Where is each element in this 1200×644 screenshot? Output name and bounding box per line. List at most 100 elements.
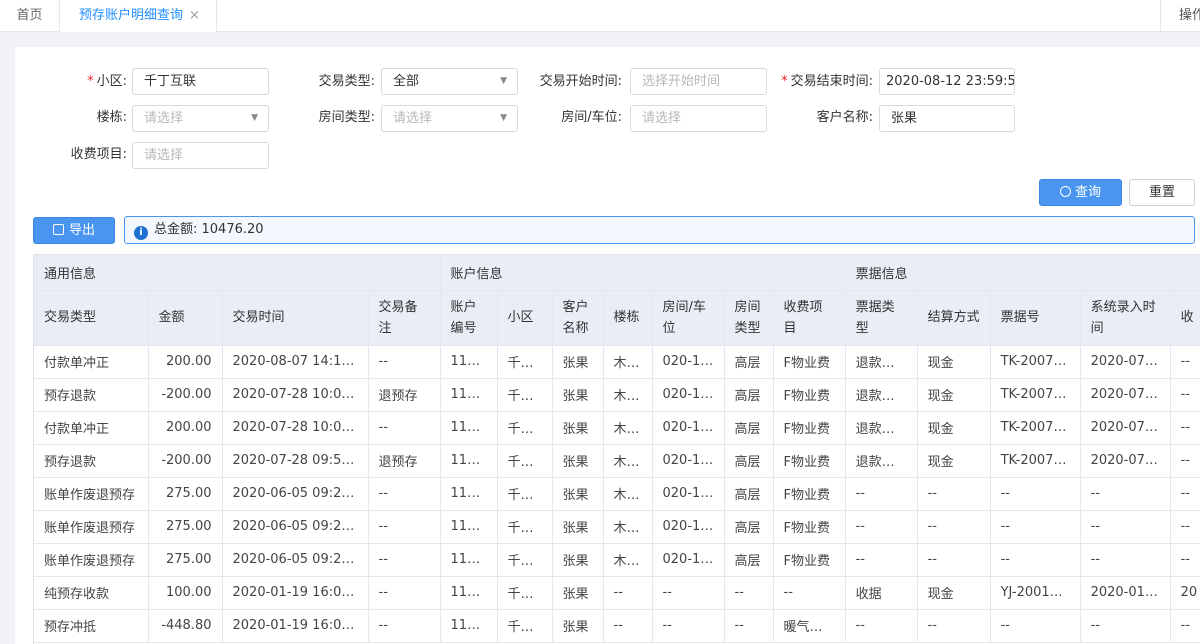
table-cell: 现金 [917, 345, 991, 379]
detail-table[interactable]: 通用信息 账户信息 票据信息 交易类型 金额 交易时间 交易备注 账户编号 小区 客户名称楼… [33, 254, 1200, 644]
building-label: 楼栋: [96, 110, 127, 125]
tab-bar: 首页 预存账户明细查询 × 操作 [0, 0, 1200, 32]
table-cell: -- [603, 609, 653, 643]
column-header: 交易备注 [368, 290, 441, 346]
search-icon [1059, 186, 1071, 197]
table-cell: 退款票据 [845, 444, 918, 478]
table-cell: 116… [440, 576, 498, 610]
table-cell: 020-10… [652, 444, 725, 478]
table-body: 付款单冲正 200.00 2020-08-07 14:17:58 -- 119… 千… 张果… [34, 345, 1200, 643]
table-cell: -- [1080, 609, 1171, 643]
tab-prepaid-account-detail[interactable]: 预存账户明细查询 × [60, 0, 217, 32]
table-cell: 高层 [724, 510, 774, 544]
table-row[interactable]: 预存退款 -200.00 2020-07-28 09:59:48 退预存 119… 千… 张… [34, 444, 1200, 478]
tab-home[interactable]: 首页 [0, 0, 60, 32]
group-header-general: 通用信息 [34, 255, 441, 291]
room-select[interactable]: 请选择 [630, 105, 767, 132]
table-cell: 020-10… [652, 378, 725, 412]
table-cell: -- [990, 543, 1081, 577]
column-header: 收 [1170, 290, 1200, 346]
table-cell: -- [990, 477, 1081, 511]
table-cell: 账单作废退预存 [34, 477, 149, 511]
table-cell: 现金 [917, 576, 991, 610]
column-header-row: 交易类型 金额 交易时间 交易备注 账户编号 小区 客户名称 楼栋 房间/车位 房间类型 收费项目票… [34, 290, 1200, 346]
table-row[interactable]: 纯预存收款 100.00 2020-01-19 16:02:06 -- 116… 千… 张果… [34, 576, 1200, 610]
table-cell: 275.00 [148, 543, 223, 577]
column-header: 楼栋 [603, 290, 653, 346]
close-icon[interactable]: × [189, 0, 200, 31]
customer-label: 客户名称: [816, 110, 873, 125]
table-cell: 预存冲抵 [34, 609, 149, 643]
table-cell: 千… [497, 378, 553, 412]
table-cell: 200.00 [148, 411, 223, 445]
table-cell: -- [368, 477, 441, 511]
start-time-label: 交易开始时间: [539, 74, 622, 89]
table-cell: 119… [440, 543, 498, 577]
table-cell: 千… [497, 444, 553, 478]
table-cell: 100.00 [148, 576, 223, 610]
table-cell: -- [1170, 444, 1200, 478]
building-placeholder: 请选择 [144, 111, 184, 126]
table-cell: 木01 [603, 444, 653, 478]
end-time-label: * 交易结束时间: [781, 74, 873, 89]
table-row[interactable]: 账单作废退预存 275.00 2020-06-05 09:25:33 -- 119… 千…… [34, 543, 1200, 577]
table-row[interactable]: 账单作废退预存 275.00 2020-06-05 09:25:33 -- 119… 千…… [34, 510, 1200, 544]
table-cell: TK-20072… [990, 444, 1081, 478]
table-cell: TK-20072… [990, 411, 1081, 445]
table-cell: -- [773, 576, 846, 610]
table-cell: -- [368, 510, 441, 544]
table-cell: 200.00 [148, 345, 223, 379]
community-field[interactable]: 千丁互联 [132, 68, 269, 95]
table-cell: 付款单冲正 [34, 411, 149, 445]
txn-type-select[interactable]: 全部 ▼ [381, 68, 518, 95]
table-cell: 张果 [552, 477, 604, 511]
room-type-select[interactable]: 请选择 ▼ [381, 105, 518, 132]
table-cell: 2020-06-05 09:25:33 [222, 510, 369, 544]
reset-button[interactable]: 重置 [1129, 179, 1195, 206]
table-cell: -- [917, 543, 991, 577]
column-header: 交易类型 [34, 290, 149, 346]
export-button-label: 导出 [68, 223, 95, 238]
table-row[interactable]: 账单作废退预存 275.00 2020-06-05 09:25:33 -- 119… 千…… [34, 477, 1200, 511]
fee-item-select[interactable]: 请选择 [132, 142, 269, 169]
table-cell: -- [990, 510, 1081, 544]
table-cell: -- [1080, 477, 1171, 511]
table-cell: -- [724, 609, 774, 643]
table-cell: 020-10… [652, 543, 725, 577]
table-cell: -- [845, 510, 918, 544]
total-amount-text: 总金额: 10476.20 [154, 222, 264, 237]
table-row[interactable]: 预存退款 -200.00 2020-07-28 10:00:53 退预存 119… 千… 张… [34, 378, 1200, 412]
table-cell: 退款票据 [845, 345, 918, 379]
tab-operations[interactable]: 操作 [1160, 0, 1200, 32]
table-cell: 2020-07-28 09:59:48 [222, 444, 369, 478]
start-time-picker[interactable]: 选择开始时间 [630, 68, 767, 95]
table-cell: 收据 [845, 576, 918, 610]
table-cell: -- [917, 477, 991, 511]
building-select[interactable]: 请选择 ▼ [132, 105, 269, 132]
txn-type-value: 全部 [393, 74, 420, 89]
export-button[interactable]: 导出 [33, 217, 115, 244]
chevron-down-icon: ▼ [251, 113, 258, 123]
table-cell: -- [368, 543, 441, 577]
table-cell: -- [1170, 477, 1200, 511]
end-time-picker[interactable]: 2020-08-12 23:59:59 [879, 68, 1015, 95]
tab-label: 预存账户明细查询 [79, 8, 184, 23]
table-cell: F物业费 [773, 543, 846, 577]
table-cell: 现金 [917, 444, 991, 478]
table-cell: 退预存 [368, 378, 441, 412]
table-row[interactable]: 付款单冲正 200.00 2020-08-07 14:17:58 -- 119… 千… 张果… [34, 345, 1200, 379]
customer-field[interactable]: 张果 [879, 105, 1015, 132]
total-amount-alert: i 总金额: 10476.20 [124, 216, 1195, 244]
table-cell: 千… [497, 345, 553, 379]
table-cell: -- [724, 576, 774, 610]
table-cell: 020-10… [652, 477, 725, 511]
table-cell: 020-10… [652, 510, 725, 544]
table-row[interactable]: 预存冲抵 -448.80 2020-01-19 16:00:24 -- 116… 千… 张果… [34, 609, 1200, 643]
table-cell: 退款票据 [845, 411, 918, 445]
table-row[interactable]: 付款单冲正 200.00 2020-07-28 10:00:10 -- 119… 千… 张果… [34, 411, 1200, 445]
table-cell: 2020-07-2… [1080, 345, 1171, 379]
table-cell: 2020-01-1… [1080, 576, 1171, 610]
table-cell: 千… [497, 477, 553, 511]
search-button[interactable]: 查询 [1039, 179, 1122, 206]
table-cell: 2020-07-2… [1080, 378, 1171, 412]
